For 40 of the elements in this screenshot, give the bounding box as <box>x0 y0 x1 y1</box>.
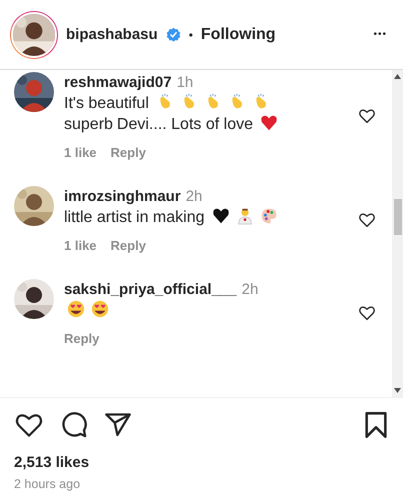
heart-icon <box>212 207 230 225</box>
like-button[interactable] <box>358 304 376 322</box>
heart-eyes-icon <box>67 300 85 318</box>
like-button[interactable] <box>358 107 376 125</box>
comment-text: It's beautiful <box>64 95 149 112</box>
like-button[interactable] <box>358 210 376 228</box>
comment-time: 1h <box>176 74 194 91</box>
like-count: 1 like <box>64 145 97 160</box>
palette-icon <box>260 207 278 225</box>
comment-icon <box>60 411 88 439</box>
separator-dot: • <box>188 28 193 42</box>
heart-icon <box>358 210 376 228</box>
save-button[interactable] <box>363 411 389 439</box>
comment-username[interactable]: reshmawajid07 <box>64 74 172 91</box>
heart-icon <box>260 114 278 132</box>
heart-eyes-icon <box>91 300 109 318</box>
comment-text: little artist in making <box>64 209 204 226</box>
comment-button[interactable] <box>60 411 88 439</box>
more-options-button[interactable]: ••• <box>369 25 391 44</box>
comment-username[interactable]: sakshi_priya_official___ <box>64 281 237 298</box>
likes-count[interactable]: 2,513 likes <box>0 446 403 471</box>
following-status[interactable]: Following <box>200 26 276 44</box>
comment-time: 2h <box>186 188 202 205</box>
scroll-up-icon <box>394 74 401 79</box>
comment-time: 2h <box>242 281 258 298</box>
scroll-down-icon <box>394 388 401 393</box>
like-count: 1 like <box>64 238 97 253</box>
artist-icon <box>236 207 254 225</box>
bookmark-icon <box>363 411 389 439</box>
share-button[interactable] <box>104 411 132 439</box>
post-time: 2 hours ago <box>13 476 82 491</box>
comment-text: Devi.... Lots of love <box>116 116 253 133</box>
heart-icon <box>358 304 376 322</box>
comment-username[interactable]: imrozsinghmaur <box>64 188 181 205</box>
comment-text: superb <box>64 116 113 133</box>
send-icon <box>104 411 132 439</box>
heart-icon <box>358 107 376 125</box>
scrollbar-thumb[interactable] <box>394 199 402 235</box>
scrollbar[interactable] <box>392 70 403 397</box>
username[interactable]: bipashabasu <box>66 26 158 43</box>
